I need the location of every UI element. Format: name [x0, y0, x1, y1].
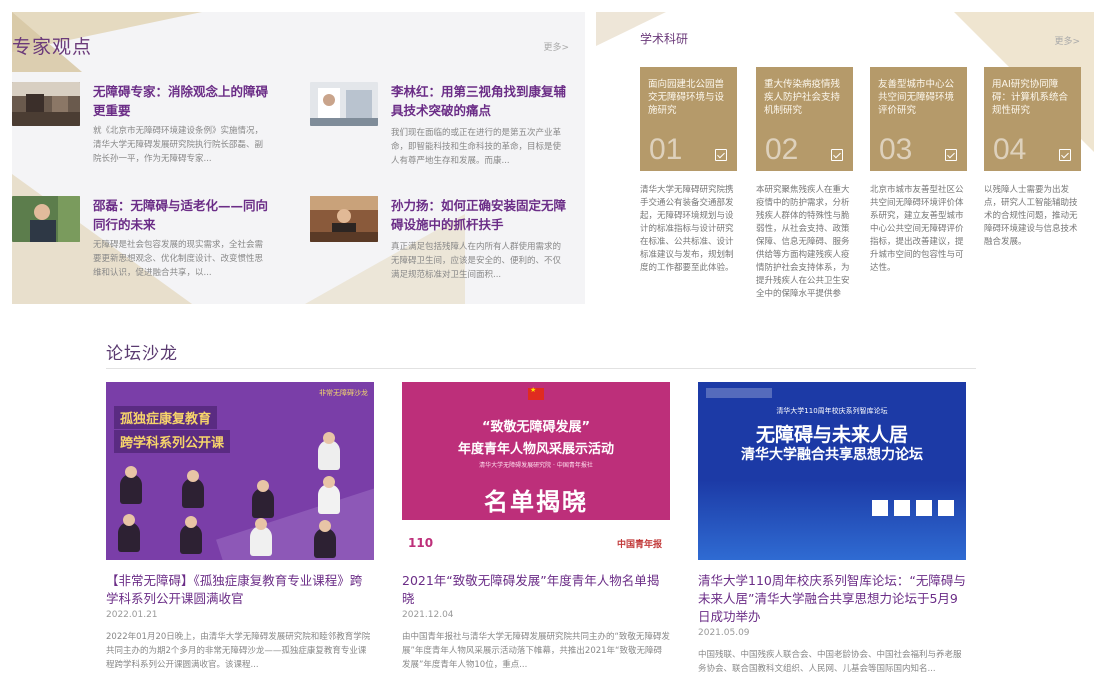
speaker-photo [314, 528, 336, 558]
post-title[interactable]: 清华大学110周年校庆系列智库论坛：“无障碍与未来人居”清华大学融合共享思想力论… [698, 572, 966, 626]
more-link-expert[interactable]: 更多> [543, 40, 569, 53]
speaker-photo [182, 478, 204, 508]
poster-headline: 孤独症康复教育 [114, 406, 218, 429]
research-card-summary: 清华大学无障碍研究院携手交通公有装备交通部发起，无障碍环境规划与设计的标准指标与… [640, 185, 734, 273]
poster-decor [698, 480, 966, 560]
research-panel: 学术科研 更多> 面向园建北公园兽交无障碍环境与设施研究 01 重大传染病疫情残… [596, 12, 1094, 302]
qr-code-icon [938, 500, 954, 516]
article-summary: 真正满足包括残障人在内所有人群使用需求的无障碍卫生间，应该是安全的、便利的、不仅… [391, 242, 562, 280]
article-summary: 无障碍是社会包容发展的现实需求，全社会需要更新思想观念、优化制度设计、改变惯性思… [93, 240, 264, 278]
research-card-number: 02 [765, 133, 799, 166]
research-card-summary: 本研究聚焦残疾人在重大疫情中的防护需求，分析残疾人群体的特殊性与脆弱性，从社会支… [756, 185, 850, 299]
article-thumbnail[interactable] [12, 196, 80, 242]
speaker-face [125, 466, 137, 478]
qr-code-icon [916, 500, 932, 516]
speaker-face [255, 518, 267, 530]
speaker-face [257, 480, 269, 492]
poster-tag: 非常无障碍沙龙 [319, 389, 368, 397]
post-title[interactable]: 【非常无障碍】《孤独症康复教育专业课程》跨学科系列公开课圆满收官 [106, 572, 374, 608]
post-date: 2021.12.04 [402, 610, 454, 620]
download-icon[interactable] [945, 149, 957, 161]
poster-subheadline: 清华大学融合共享思想力论坛 [741, 447, 923, 463]
section-title-forum: 论坛沙龙 [106, 344, 178, 364]
research-card-title[interactable]: 用AI研究协同障碍：计算机系统合规性研究 [992, 78, 1076, 117]
expert-article[interactable]: 邵磊：无障碍与适老化——同向同行的未来 无障碍是社会包容发展的现实需求，全社会需… [12, 196, 268, 286]
download-icon[interactable] [715, 149, 727, 161]
forum-post[interactable]: “致敬无障碍发展” 年度青年人物风采展示活动 清华大学无障碍发展研究院 · 中国… [402, 382, 670, 672]
post-date: 2021.05.09 [698, 628, 750, 638]
research-card[interactable]: 用AI研究协同障碍：计算机系统合规性研究 04 [984, 67, 1081, 171]
post-summary: 中国残联、中国残疾人联合会、中国老龄协会、中国社会福利与养老服务协会、联合国教科… [698, 650, 962, 674]
post-summary: 由中国青年报社与清华大学无障碍发展研究院共同主办的“致敬无障碍发展”年度青年人物… [402, 632, 670, 670]
poster-decor [216, 484, 374, 560]
newspaper-logo: 中国青年报 [616, 540, 662, 550]
expert-article[interactable]: 孙力扬：如何正确安装固定无障碍设施中的抓杆扶手 真正满足包括残障人在内所有人群使… [310, 196, 566, 286]
poster-subheadline: 年度青年人物风采展示活动 [457, 442, 614, 457]
qr-code-icon [894, 500, 910, 516]
poster-headline: “致敬无障碍发展” [481, 420, 591, 435]
research-card-summary: 北京市城市友善型社区公共空间无障碍环境评价体系研究，建立友善型城市中心公共空间无… [870, 185, 964, 273]
speaker-face [185, 516, 197, 528]
speaker-face [319, 520, 331, 532]
forum-post[interactable]: 清华大学110周年校庆系列智库论坛 无障碍与未来人居 清华大学融合共享思想力论坛… [698, 382, 966, 676]
download-icon[interactable] [1059, 149, 1071, 161]
research-card-number: 01 [649, 133, 683, 166]
post-summary: 2022年01月20日晚上，由清华大学无障碍发展研究院和睦邻教育学院共同主办的为… [106, 632, 371, 670]
speaker-photo [318, 440, 340, 470]
article-title[interactable]: 无障碍专家：消除观念上的障碍更重要 [93, 82, 268, 120]
post-poster-image[interactable]: “致敬无障碍发展” 年度青年人物风采展示活动 清华大学无障碍发展研究院 · 中国… [402, 382, 670, 560]
poster-series: 清华大学110周年校庆系列智库论坛 [776, 407, 888, 415]
article-summary: 就《北京市无障碍环境建设条例》实施情况，清华大学无障碍发展研究院执行院长邵磊、副… [93, 126, 264, 164]
anniversary-logo: 110 [408, 536, 434, 550]
section-title-expert: 专家观点 [12, 36, 93, 58]
flag-icon [528, 386, 544, 400]
post-date: 2022.01.21 [106, 610, 158, 620]
speaker-photo [120, 474, 142, 504]
speaker-photo [250, 526, 272, 556]
forum-post[interactable]: 非常无障碍沙龙 孤独症康复教育 跨学科系列公开课 【非常无障碍】《孤独症康复教育… [106, 382, 374, 672]
research-card-title[interactable]: 面向园建北公园兽交无障碍环境与设施研究 [648, 78, 732, 117]
post-poster-image[interactable]: 非常无障碍沙龙 孤独症康复教育 跨学科系列公开课 [106, 382, 374, 560]
speaker-photo [118, 522, 140, 552]
speaker-face [323, 432, 335, 444]
research-card-number: 03 [879, 133, 913, 166]
speaker-face [323, 476, 335, 488]
post-poster-image[interactable]: 清华大学110周年校庆系列智库论坛 无障碍与未来人居 清华大学融合共享思想力论坛 [698, 382, 966, 560]
article-thumbnail[interactable] [310, 82, 378, 126]
expert-opinions-panel: 专家观点 更多> 无障碍专家：消除观念上的障碍更重要 就《北京市无障碍环境建设条… [12, 12, 585, 304]
speaker-photo [180, 524, 202, 554]
poster-announcement: 名单揭晓 [484, 488, 588, 516]
expert-article[interactable]: 李林红：用第三视角找到康复辅具技术突破的痛点 我们现在面临的或正在进行的是第五次… [310, 82, 566, 172]
post-title[interactable]: 2021年“致敬无障碍发展”年度青年人物名单揭晓 [402, 572, 670, 608]
poster-organizers: 清华大学无障碍发展研究院 · 中国青年报社 [479, 462, 593, 469]
research-card[interactable]: 重大传染病疫情残疾人防护社会支持机制研究 02 [756, 67, 853, 171]
section-divider [106, 368, 976, 369]
research-card-title[interactable]: 友善型城市中心公共空间无障碍环境评价研究 [878, 78, 962, 117]
speaker-face [123, 514, 135, 526]
article-summary: 我们现在面临的或正在进行的是第五次产业革命，即智能科技和生命科技的革命，目标是使… [391, 128, 562, 166]
more-link-research[interactable]: 更多> [1054, 34, 1080, 47]
qr-code-icon [872, 500, 888, 516]
article-title[interactable]: 邵磊：无障碍与适老化——同向同行的未来 [93, 196, 268, 234]
research-card[interactable]: 面向园建北公园兽交无障碍环境与设施研究 01 [640, 67, 737, 171]
expert-article[interactable]: 无障碍专家：消除观念上的障碍更重要 就《北京市无障碍环境建设条例》实施情况，清华… [12, 82, 268, 172]
poster-subheadline: 跨学科系列公开课 [114, 430, 231, 453]
article-title[interactable]: 孙力扬：如何正确安装固定无障碍设施中的抓杆扶手 [391, 196, 566, 234]
speaker-photo [252, 488, 274, 518]
poster-headline: 无障碍与未来人居 [755, 424, 908, 446]
research-card-number: 04 [993, 133, 1027, 166]
research-card[interactable]: 友善型城市中心公共空间无障碍环境评价研究 03 [870, 67, 967, 171]
section-title-research: 学术科研 [640, 32, 689, 46]
research-card-title[interactable]: 重大传染病疫情残疾人防护社会支持机制研究 [764, 78, 848, 117]
organizer-logos [706, 388, 772, 398]
article-title[interactable]: 李林红：用第三视角找到康复辅具技术突破的痛点 [391, 82, 566, 120]
research-card-summary: 以残障人士需要为出发点，研究人工智能辅助技术的合规性问题，推动无障碍环境建设与信… [984, 185, 1078, 247]
article-thumbnail[interactable] [12, 82, 80, 126]
article-thumbnail[interactable] [310, 196, 378, 242]
speaker-face [187, 470, 199, 482]
download-icon[interactable] [831, 149, 843, 161]
speaker-photo [318, 484, 340, 514]
